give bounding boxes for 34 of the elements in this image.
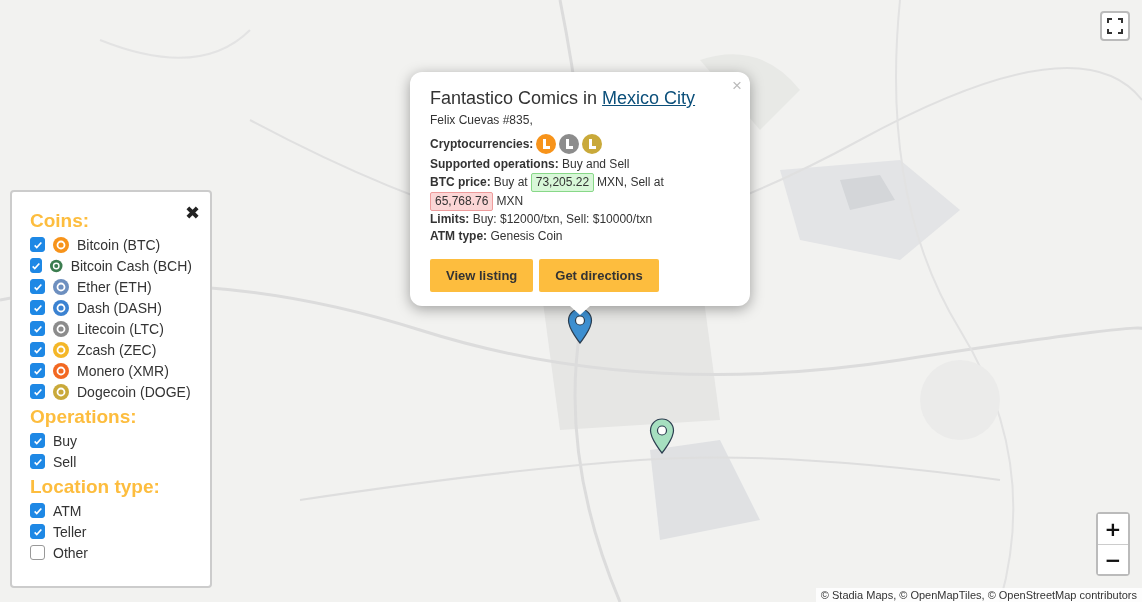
price-label: BTC price:: [430, 174, 491, 191]
price-text: Buy at: [493, 174, 528, 191]
option-label: Monero (XMR): [77, 362, 169, 379]
option-label: Sell: [53, 453, 77, 470]
option-label: Ether (ETH): [77, 278, 152, 295]
operations-text: Supported operations: Buy and Sell: [430, 156, 631, 173]
section-title: Location type:: [30, 476, 161, 498]
currency-text: MXN: [496, 193, 524, 210]
limits-text: Limits: Buy: $12000/txn, Sell: $10000/txn: [430, 211, 654, 228]
option-label: Bitcoin (BTC): [77, 236, 161, 253]
attribution: © Stadia Maps, © OpenMapTiles, © OpenStreetMap contributors: [815, 588, 1142, 602]
sell-price: 65,768.76: [430, 192, 494, 211]
city-link[interactable]: Mexico City: [602, 88, 696, 108]
option-label: ATM: [53, 502, 82, 519]
popup-title: Fantastico Comics in: [430, 88, 599, 108]
cryptocurrencies-label: Cryptocurrencies:: [430, 135, 534, 153]
option-label: Bitcoin Cash (BCH): [70, 257, 192, 274]
atm-type-text: ATM type: Genesis Coin: [430, 228, 564, 245]
address: Felix Cuevas #835,: [430, 113, 534, 127]
option-label: Dash (DASH): [77, 299, 162, 316]
option-label: Zcash (ZEC): [77, 341, 157, 358]
price-text: MXN, Sell at: [597, 174, 664, 191]
option-label: Other: [53, 544, 88, 561]
option-label: Litecoin (LTC): [77, 320, 164, 337]
directions-button[interactable]: Get directions: [539, 259, 659, 292]
section-title: Operations:: [30, 406, 138, 428]
view-listing-button[interactable]: View listing: [430, 259, 534, 292]
close-button[interactable]: ✖: [185, 202, 200, 224]
option-label: Teller: [53, 523, 87, 540]
option-label: Buy: [53, 432, 78, 449]
option-label: Dogecoin (DOGE): [77, 383, 191, 400]
buy-price: 73,205.22: [530, 173, 595, 192]
section-title: Coins:: [30, 210, 91, 232]
zoom-out-button[interactable]: −: [1098, 544, 1128, 574]
